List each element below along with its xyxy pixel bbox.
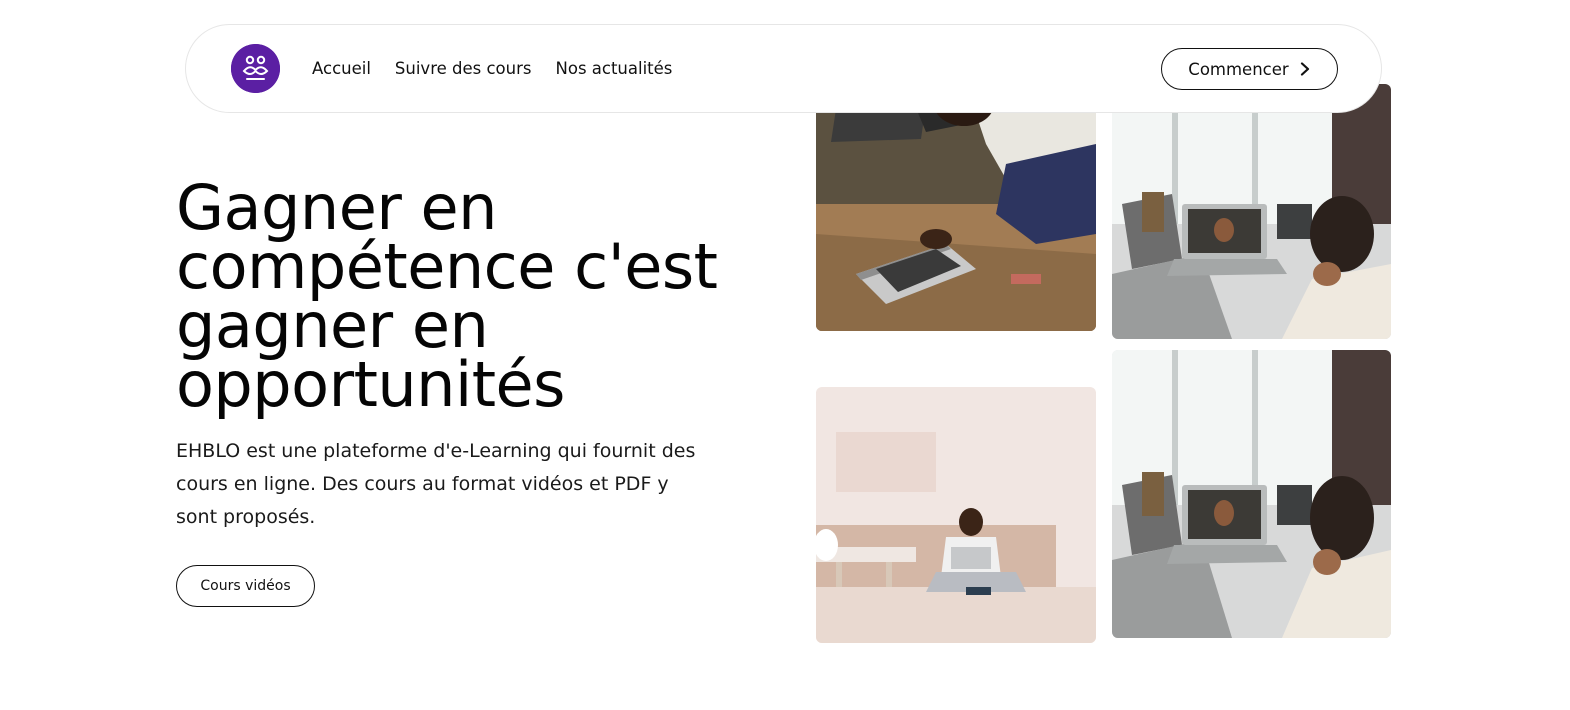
man-laptop-floor-photo <box>816 387 1096 643</box>
nav-link-suivre-des-cours[interactable]: Suivre des cours <box>395 59 532 78</box>
navbar: Accueil Suivre des cours Nos actualités … <box>185 24 1382 113</box>
hero-title: Gagner en compétence c'est gagner en opp… <box>176 171 718 421</box>
chevron-right-icon <box>1299 62 1311 76</box>
ehblo-logo-icon[interactable] <box>231 44 280 93</box>
nav-link-accueil[interactable]: Accueil <box>312 59 371 78</box>
cours-videos-button[interactable]: Cours vidéos <box>176 565 315 607</box>
nav-link-nos-actualites[interactable]: Nos actualités <box>556 59 673 78</box>
commencer-button-label: Commencer <box>1188 59 1289 79</box>
child-video-call-photo <box>1112 350 1391 638</box>
commencer-button[interactable]: Commencer <box>1161 48 1338 90</box>
hero-description: EHBLO est une plateforme d'e-Learning qu… <box>176 440 696 528</box>
page: Accueil Suivre des cours Nos actualités … <box>0 0 1570 710</box>
man-laptop-workbench-photo <box>816 84 1096 331</box>
nav-links: Accueil Suivre des cours Nos actualités <box>312 25 696 112</box>
child-video-call-photo <box>1112 84 1391 339</box>
